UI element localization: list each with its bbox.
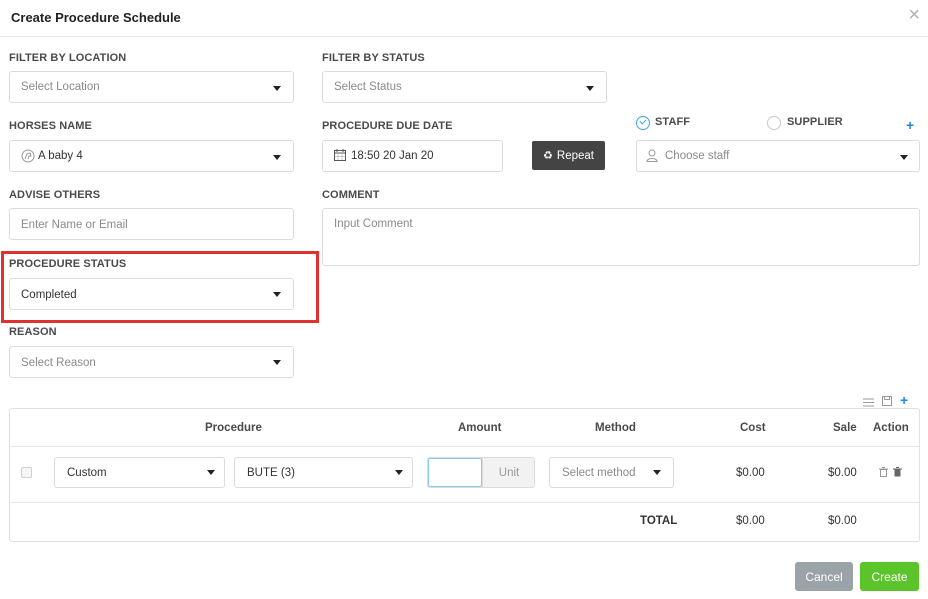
due-date-input[interactable]: 18:50 20 Jan 20 [322, 140, 503, 172]
cancel-button[interactable]: Cancel [795, 562, 853, 591]
reason-select[interactable]: Select Reason [9, 346, 294, 378]
procedure-status-select[interactable]: Completed [9, 278, 294, 310]
unit-addon: Unit [482, 458, 534, 487]
chevron-down-icon [900, 155, 908, 160]
trash-icon[interactable] [879, 466, 888, 477]
chevron-down-icon [586, 86, 594, 91]
staff-radio[interactable] [636, 116, 650, 130]
advise-others-input[interactable]: Enter Name or Email [9, 208, 294, 240]
horses-name-select[interactable]: A baby 4 [9, 140, 294, 172]
row-checkbox[interactable] [21, 467, 32, 478]
staff-radio-label: STAFF [655, 116, 691, 128]
chevron-down-icon [273, 292, 281, 297]
calendar-icon [334, 149, 346, 161]
filter-location-label: FILTER BY LOCATION [9, 52, 127, 64]
procedure-status-value: Completed [21, 289, 77, 301]
chevron-down-icon [653, 470, 661, 475]
user-icon [646, 149, 658, 162]
recycle-icon: ♻ [543, 150, 553, 162]
delete-icon[interactable] [893, 466, 902, 477]
add-staff-icon[interactable]: + [906, 118, 914, 132]
col-header-action: Action [873, 422, 909, 434]
amount-input-group: Unit [427, 457, 535, 488]
chevron-down-icon [273, 360, 281, 365]
total-label: TOTAL [640, 515, 678, 527]
procedure-name-value: BUTE (3) [247, 467, 295, 479]
repeat-button-label: Repeat [556, 149, 594, 162]
close-icon[interactable]: × [908, 5, 920, 25]
filter-status-placeholder: Select Status [334, 81, 402, 93]
filter-status-label: FILTER BY STATUS [322, 52, 425, 64]
filter-location-select[interactable]: Select Location [9, 71, 294, 103]
repeat-button[interactable]: ♻ Repeat [532, 141, 605, 170]
chevron-down-icon [273, 86, 281, 91]
advise-others-label: ADVISE OTHERS [9, 189, 101, 201]
horse-icon [21, 149, 35, 163]
supplier-radio[interactable] [767, 116, 781, 130]
total-sale: $0.00 [828, 515, 857, 527]
table-header-divider [10, 446, 919, 447]
procedure-type-select[interactable]: Custom [54, 457, 225, 488]
procedure-status-label: PROCEDURE STATUS [9, 258, 127, 270]
col-header-procedure: Procedure [205, 422, 262, 434]
procedure-name-select[interactable]: BUTE (3) [234, 457, 413, 488]
chevron-down-icon [395, 470, 403, 475]
total-cost: $0.00 [736, 515, 765, 527]
choose-staff-placeholder: Choose staff [665, 150, 730, 162]
supplier-radio-label: SUPPLIER [787, 116, 843, 128]
advise-others-placeholder: Enter Name or Email [21, 219, 128, 231]
procedure-type-value: Custom [67, 467, 107, 479]
filter-status-select[interactable]: Select Status [322, 71, 607, 103]
row-cost: $0.00 [736, 467, 765, 479]
method-select[interactable]: Select method [549, 457, 674, 488]
col-header-method: Method [595, 422, 636, 434]
save-icon[interactable] [882, 395, 892, 406]
col-header-amount: Amount [458, 422, 502, 434]
horses-name-value: A baby 4 [38, 150, 83, 162]
filter-location-placeholder: Select Location [21, 81, 100, 93]
add-row-icon[interactable]: + [900, 393, 908, 407]
chevron-down-icon [207, 470, 215, 475]
create-button[interactable]: Create [860, 562, 919, 591]
due-date-value: 18:50 20 Jan 20 [351, 150, 434, 162]
col-header-sale: Sale [833, 422, 857, 434]
table-row-divider [10, 502, 919, 503]
horses-name-label: HORSES NAME [9, 120, 92, 132]
reason-placeholder: Select Reason [21, 357, 96, 369]
comment-placeholder: Input Comment [334, 218, 413, 230]
due-date-label: PROCEDURE DUE DATE [322, 120, 453, 132]
chevron-down-icon [273, 155, 281, 160]
col-header-cost: Cost [740, 422, 766, 434]
list-icon[interactable] [863, 396, 874, 407]
comment-textarea[interactable]: Input Comment [322, 208, 920, 266]
comment-label: COMMENT [322, 189, 380, 201]
method-placeholder: Select method [562, 467, 636, 479]
reason-label: REASON [9, 326, 57, 338]
amount-input[interactable] [428, 458, 482, 487]
choose-staff-select[interactable]: Choose staff [636, 140, 920, 172]
modal-title: Create Procedure Schedule [11, 10, 181, 25]
row-sale: $0.00 [828, 467, 857, 479]
